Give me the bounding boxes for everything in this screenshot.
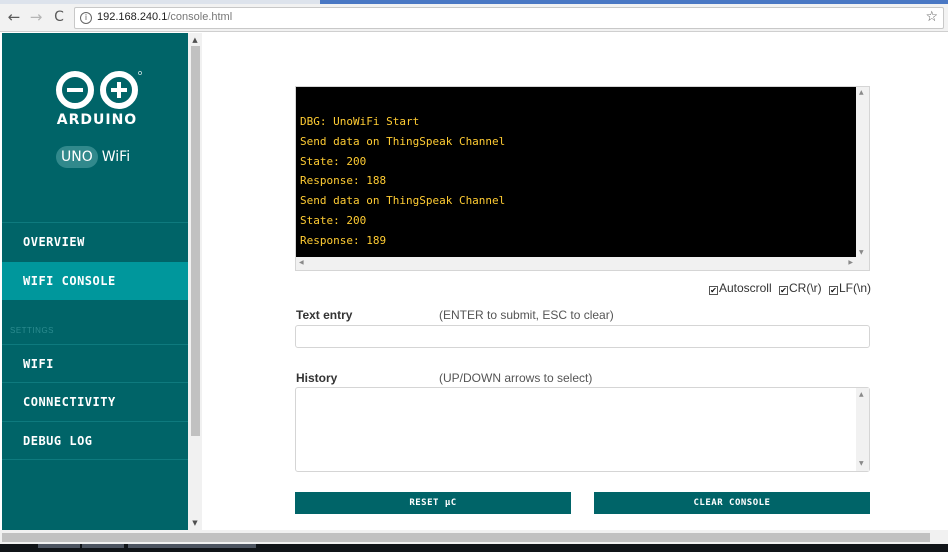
scroll-up-arrow-icon[interactable]: ▲ xyxy=(859,89,864,97)
lf-label: LF(\n) xyxy=(838,281,871,295)
console-options: ✔ Autoscroll ✔ CR(\r) ✔ LF(\n) xyxy=(705,281,871,295)
board-name: UNO WiFi xyxy=(56,146,130,168)
scroll-right-arrow-icon[interactable]: ▶ xyxy=(848,259,853,267)
console-line: Response: 189 xyxy=(300,233,387,247)
address-bar[interactable]: i 192.168.240.1/console.html ☆ xyxy=(74,7,944,29)
taskbar-item[interactable] xyxy=(38,544,80,548)
history-list[interactable]: ▲ ▼ xyxy=(295,387,870,472)
scroll-left-arrow-icon[interactable]: ◀ xyxy=(299,259,304,267)
autoscroll-option[interactable]: ✔ Autoscroll xyxy=(708,281,772,295)
console-line: Send data on ThingSpeak Channel xyxy=(300,194,506,208)
scroll-up-arrow-icon[interactable]: ▲ xyxy=(188,34,202,46)
page-scrollbar-thumb[interactable] xyxy=(2,533,930,542)
console-output[interactable]: DBG: UnoWiFi Start Send data on ThingSpe… xyxy=(295,86,870,271)
clear-console-button[interactable]: CLEAR CONSOLE xyxy=(594,492,870,514)
nav-divider xyxy=(2,459,188,460)
autoscroll-label: Autoscroll xyxy=(718,281,772,295)
info-icon[interactable]: i xyxy=(80,12,92,24)
text-entry-input[interactable] xyxy=(295,325,870,348)
bookmark-star-icon[interactable]: ☆ xyxy=(925,9,938,25)
console-vertical-scrollbar[interactable]: ▲ ▼ xyxy=(856,87,869,259)
sidebar-item-debug-log[interactable]: DEBUG LOG xyxy=(2,422,188,460)
sidebar-item-overview[interactable]: OVERVIEW xyxy=(2,223,188,261)
settings-section-label: SETTINGS xyxy=(10,326,55,335)
console-line: DBG: UnoWiFi Start xyxy=(300,115,420,128)
back-arrow-icon[interactable]: ← xyxy=(4,7,24,27)
history-label: History xyxy=(296,371,338,385)
lf-checkbox[interactable]: ✔ xyxy=(828,286,838,295)
history-hint: (UP/DOWN arrows to select) xyxy=(439,371,593,385)
url-host: 192.168.240.1 xyxy=(97,11,168,23)
history-scrollbar[interactable]: ▲ ▼ xyxy=(856,388,869,471)
console-line: State: 200 xyxy=(300,213,367,227)
scroll-down-arrow-icon[interactable]: ▼ xyxy=(859,249,864,257)
forward-arrow-icon[interactable]: → xyxy=(26,7,46,27)
scroll-down-arrow-icon[interactable]: ▼ xyxy=(188,517,202,529)
os-taskbar xyxy=(0,544,948,552)
taskbar-item[interactable] xyxy=(82,544,124,548)
browser-toolbar: ← → C i 192.168.240.1/console.html ☆ xyxy=(0,4,948,32)
console-lines: DBG: UnoWiFi Start Send data on ThingSpe… xyxy=(300,112,852,251)
reset-uc-button[interactable]: RESET µC xyxy=(295,492,571,514)
console-line: Response: 188 xyxy=(300,174,387,188)
url-path: /console.html xyxy=(167,11,233,23)
console-line: State: 200 xyxy=(300,154,367,168)
reload-icon[interactable]: C xyxy=(49,7,69,27)
brand-name: ARDUINO xyxy=(56,112,138,128)
scroll-up-arrow-icon[interactable]: ▲ xyxy=(859,391,864,399)
cr-option[interactable]: ✔ CR(\r) xyxy=(778,281,822,295)
url-text[interactable]: 192.168.240.1/console.html xyxy=(97,11,232,23)
sidebar-item-wifi[interactable]: WIFI xyxy=(2,345,188,383)
board-model-pill: UNO xyxy=(56,146,98,168)
scroll-down-arrow-icon[interactable]: ▼ xyxy=(859,460,864,468)
taskbar-item[interactable] xyxy=(128,544,256,548)
text-entry-label: Text entry xyxy=(296,308,353,322)
cr-label: CR(\r) xyxy=(788,281,822,295)
autoscroll-checkbox[interactable]: ✔ xyxy=(708,286,718,295)
sidebar-scrollbar-thumb[interactable] xyxy=(191,46,200,436)
console-horizontal-scrollbar[interactable]: ◀ ▶ xyxy=(296,257,869,270)
cr-checkbox[interactable]: ✔ xyxy=(778,286,788,295)
lf-option[interactable]: ✔ LF(\n) xyxy=(828,281,871,295)
text-entry-hint: (ENTER to submit, ESC to clear) xyxy=(439,308,614,322)
board-suffix: WiFi xyxy=(101,149,131,165)
arduino-logo-icon xyxy=(56,71,142,109)
sidebar-item-wifi-console[interactable]: WIFI CONSOLE xyxy=(2,262,188,300)
sidebar-item-connectivity[interactable]: CONNECTIVITY xyxy=(2,383,188,421)
console-line: Send data on ThingSpeak Channel xyxy=(300,134,506,148)
sidebar: ARDUINO UNO WiFi OVERVIEW WIFI CONSOLE SE… xyxy=(2,33,188,530)
